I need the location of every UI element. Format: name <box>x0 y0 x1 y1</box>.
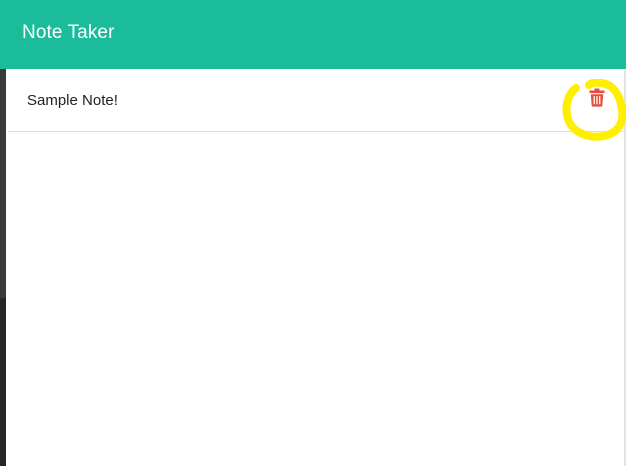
note-list-item[interactable]: Sample Note! <box>8 69 624 132</box>
trash-icon[interactable] <box>589 88 605 107</box>
left-window-edge-lower <box>0 298 6 466</box>
left-window-edge <box>0 0 6 466</box>
note-taker-window: Note Taker Sample Note! <box>0 0 626 466</box>
note-list: Sample Note! <box>8 69 624 132</box>
navbar-brand[interactable]: Note Taker <box>22 21 115 45</box>
navbar: Note Taker <box>0 0 626 69</box>
note-title[interactable]: Sample Note! <box>27 92 118 110</box>
